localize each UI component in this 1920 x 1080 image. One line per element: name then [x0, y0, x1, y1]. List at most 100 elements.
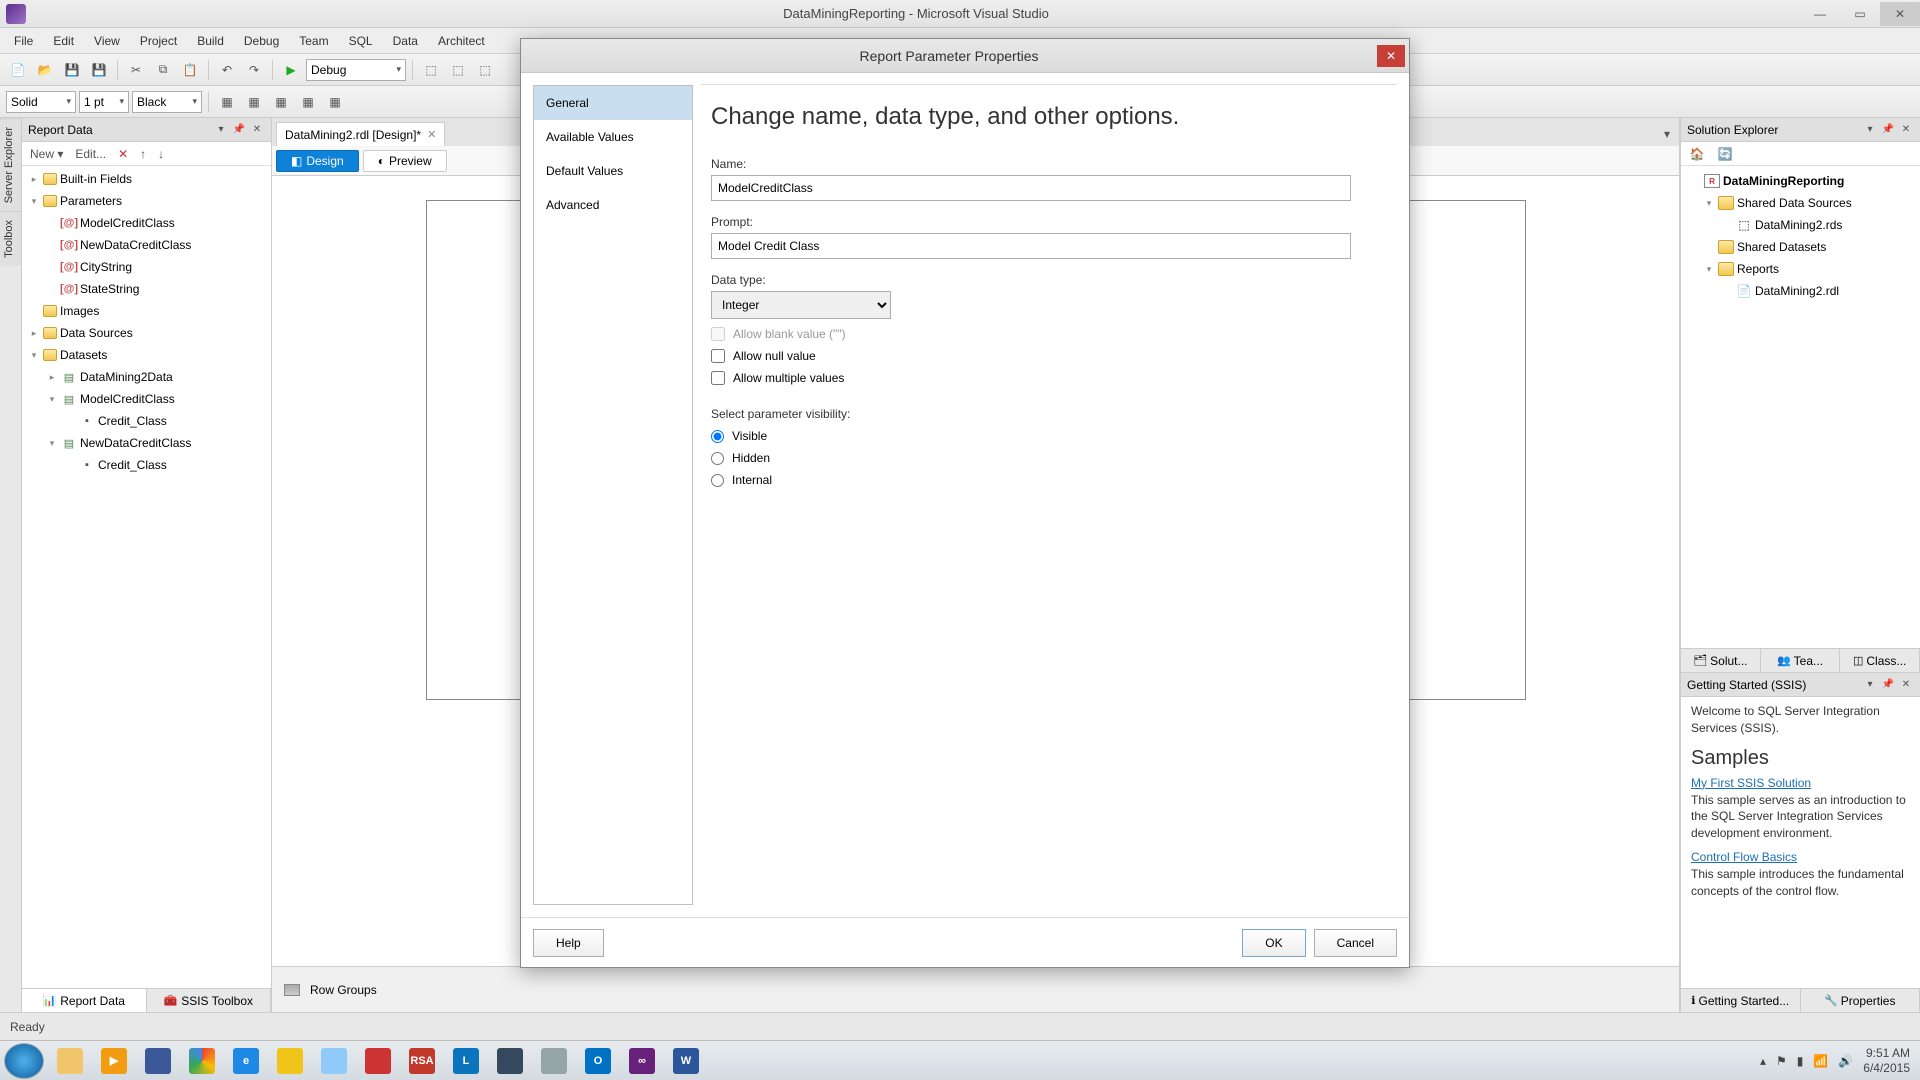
tab-getting-started[interactable]: ℹ Getting Started... [1681, 989, 1801, 1012]
line-width-dropdown[interactable]: 1 pt▾ [79, 91, 129, 113]
tree-images[interactable]: Images [24, 300, 269, 322]
nav-available-values[interactable]: Available Values [534, 120, 692, 154]
tree-data-sources[interactable]: ▸Data Sources [24, 322, 269, 344]
design-tab[interactable]: ◧ Design [276, 150, 359, 172]
dialog-close-button[interactable]: ✕ [1377, 45, 1405, 67]
task-outlook[interactable]: O [577, 1044, 619, 1078]
tab-team[interactable]: 👥 Tea... [1761, 649, 1841, 672]
name-input[interactable] [711, 175, 1351, 201]
start-button[interactable] [4, 1043, 44, 1079]
save-all-icon[interactable]: 💾 [87, 58, 111, 82]
close-panel-icon[interactable]: ✕ [1898, 122, 1914, 138]
refresh-icon[interactable]: 🔄 [1713, 142, 1737, 166]
align-icon[interactable]: ▦ [323, 90, 347, 114]
preview-tab[interactable]: ◐ Preview [363, 150, 447, 172]
tab-properties[interactable]: 🔧 Properties [1801, 989, 1920, 1012]
align-icon[interactable]: ▦ [296, 90, 320, 114]
menu-view[interactable]: View [84, 30, 130, 52]
edit-button[interactable]: Edit... [71, 147, 110, 161]
close-panel-icon[interactable]: ✕ [1898, 677, 1914, 693]
datatype-select[interactable]: Integer [711, 291, 891, 319]
tree-dataset[interactable]: ▾▤ModelCreditClass [24, 388, 269, 410]
reports-folder[interactable]: ▾Reports [1685, 258, 1916, 280]
new-button[interactable]: New ▾ [26, 147, 67, 161]
menu-project[interactable]: Project [130, 30, 187, 52]
align-icon[interactable]: ▦ [269, 90, 293, 114]
toolbox-tab[interactable]: Toolbox [0, 211, 21, 266]
close-window-button[interactable]: ✕ [1880, 2, 1920, 26]
copy-icon[interactable]: ⧉ [151, 58, 175, 82]
tab-solution[interactable]: 🗂 Solut... [1681, 649, 1761, 672]
close-doc-icon[interactable]: ✕ [427, 128, 436, 141]
pin-icon[interactable]: 📌 [231, 122, 247, 138]
tray-flag-icon[interactable]: ⚑ [1776, 1054, 1787, 1068]
task-app[interactable] [489, 1044, 531, 1078]
tool-icon[interactable]: ⬚ [446, 58, 470, 82]
color-dropdown[interactable]: Black▾ [132, 91, 202, 113]
task-app[interactable] [313, 1044, 355, 1078]
shared-datasets[interactable]: Shared Datasets [1685, 236, 1916, 258]
tree-dataset[interactable]: ▸▤DataMining2Data [24, 366, 269, 388]
tree-field[interactable]: ▪Credit_Class [24, 410, 269, 432]
task-word[interactable]: W [665, 1044, 707, 1078]
tab-report-data[interactable]: 📊 Report Data [22, 989, 147, 1012]
tree-param[interactable]: [@]ModelCreditClass [24, 212, 269, 234]
task-rsa[interactable]: RSA [401, 1044, 443, 1078]
task-chrome[interactable] [181, 1044, 223, 1078]
tree-dataset[interactable]: ▾▤NewDataCreditClass [24, 432, 269, 454]
rdl-file[interactable]: 📄DataMining2.rdl [1685, 280, 1916, 302]
gs-link-control-flow[interactable]: Control Flow Basics [1691, 850, 1797, 864]
up-icon[interactable]: ↑ [136, 147, 150, 161]
paste-icon[interactable]: 📋 [178, 58, 202, 82]
tree-field[interactable]: ▪Credit_Class [24, 454, 269, 476]
open-icon[interactable]: 📂 [33, 58, 57, 82]
clock[interactable]: 9:51 AM 6/4/2015 [1863, 1046, 1910, 1075]
nav-default-values[interactable]: Default Values [534, 154, 692, 188]
cut-icon[interactable]: ✂ [124, 58, 148, 82]
task-ie[interactable]: e [225, 1044, 267, 1078]
task-app[interactable] [357, 1044, 399, 1078]
nav-advanced[interactable]: Advanced [534, 188, 692, 222]
dropdown-icon[interactable]: ▾ [213, 122, 229, 138]
delete-icon[interactable]: ✕ [114, 147, 132, 161]
save-icon[interactable]: 💾 [60, 58, 84, 82]
dropdown-icon[interactable]: ▾ [1862, 677, 1878, 693]
config-dropdown[interactable]: Debug▾ [306, 59, 406, 81]
server-explorer-tab[interactable]: Server Explorer [0, 118, 21, 211]
tray-network-icon[interactable]: 📶 [1813, 1054, 1828, 1068]
task-lync[interactable]: L [445, 1044, 487, 1078]
allow-null-checkbox[interactable]: Allow null value [711, 349, 1387, 363]
prompt-input[interactable] [711, 233, 1351, 259]
down-icon[interactable]: ↓ [154, 147, 168, 161]
tree-datasets[interactable]: ▾Datasets [24, 344, 269, 366]
system-tray[interactable]: ▴ ⚑ ▮ 📶 🔊 9:51 AM 6/4/2015 [1760, 1046, 1916, 1075]
redo-icon[interactable]: ↷ [242, 58, 266, 82]
close-panel-icon[interactable]: ✕ [249, 122, 265, 138]
nav-general[interactable]: General [534, 86, 692, 120]
tree-builtin-fields[interactable]: ▸Built-in Fields [24, 168, 269, 190]
task-vs[interactable]: ∞ [621, 1044, 663, 1078]
tray-volume-icon[interactable]: 🔊 [1838, 1054, 1853, 1068]
project-node[interactable]: RDataMiningReporting [1685, 170, 1916, 192]
line-style-dropdown[interactable]: Solid▾ [6, 91, 76, 113]
menu-file[interactable]: File [4, 30, 43, 52]
tree-param[interactable]: [@]CityString [24, 256, 269, 278]
doc-tab[interactable]: DataMining2.rdl [Design]*✕ [276, 122, 445, 146]
tray-battery-icon[interactable]: ▮ [1797, 1054, 1804, 1068]
tool-icon[interactable]: ⬚ [473, 58, 497, 82]
menu-build[interactable]: Build [187, 30, 234, 52]
help-button[interactable]: Help [533, 929, 604, 957]
new-project-icon[interactable]: 📄 [6, 58, 30, 82]
align-icon[interactable]: ▦ [215, 90, 239, 114]
task-app[interactable] [137, 1044, 179, 1078]
maximize-button[interactable]: ▭ [1840, 2, 1880, 26]
menu-debug[interactable]: Debug [234, 30, 289, 52]
shared-data-sources[interactable]: ▾Shared Data Sources [1685, 192, 1916, 214]
tree-param[interactable]: [@]StateString [24, 278, 269, 300]
dropdown-icon[interactable]: ▾ [1862, 122, 1878, 138]
menu-sql[interactable]: SQL [339, 30, 383, 52]
cancel-button[interactable]: Cancel [1314, 929, 1397, 957]
task-app[interactable] [533, 1044, 575, 1078]
visibility-internal[interactable]: Internal [711, 473, 1387, 487]
start-debug-icon[interactable]: ▶ [279, 58, 303, 82]
